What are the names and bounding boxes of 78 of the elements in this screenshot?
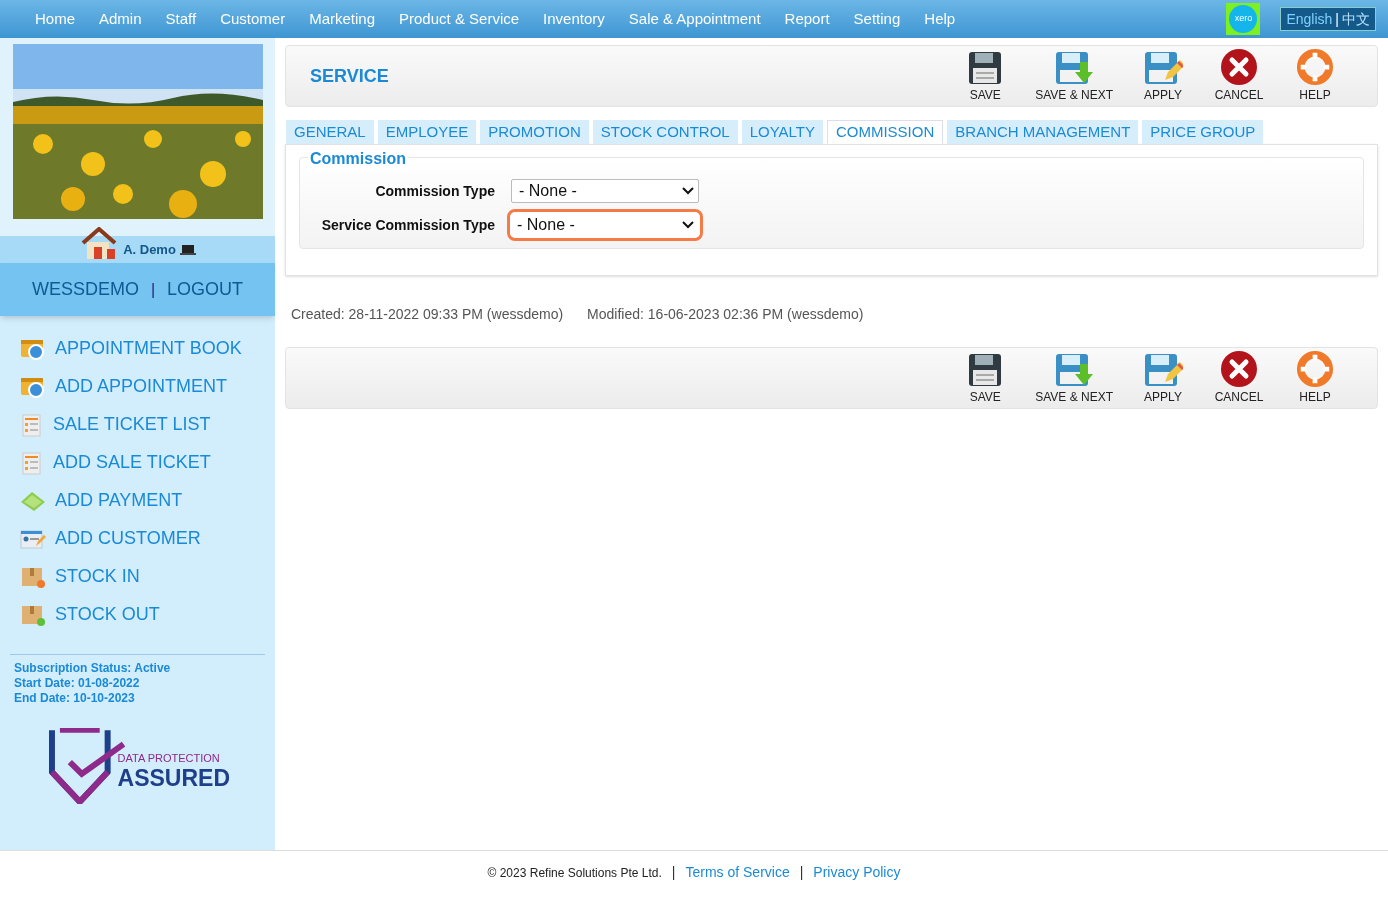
subscription-text: Start Date: 01-08-2022 bbox=[14, 676, 141, 691]
separator: | bbox=[799, 863, 804, 882]
nav-link[interactable]: Admin bbox=[87, 7, 154, 31]
floppy-disk-pencil-icon bbox=[1143, 50, 1183, 86]
tab[interactable]: PRICE GROUP bbox=[1142, 120, 1264, 144]
separator: | bbox=[150, 279, 156, 300]
tab[interactable]: LOYALTY bbox=[741, 120, 823, 144]
toolbar-button[interactable]: CANCEL bbox=[1201, 48, 1277, 104]
badge-title: ASSURED bbox=[117, 766, 230, 790]
id-card-pencil-icon bbox=[20, 527, 46, 550]
floppy-disk-pencil-icon bbox=[1143, 352, 1183, 388]
copyright-text: © 2023 Refine Solutions Pte Ltd. bbox=[487, 864, 662, 882]
lifebuoy-icon bbox=[1295, 350, 1335, 388]
sidebar-menu-item[interactable]: ADD APPOINTMENT bbox=[20, 373, 275, 400]
subscription-text: Subscription Status: Active bbox=[14, 661, 172, 676]
nav-link[interactable]: Report bbox=[772, 7, 842, 31]
tab[interactable]: STOCK CONTROL bbox=[592, 120, 738, 144]
sidebar-menu-item[interactable]: ADD SALE TICKET bbox=[20, 449, 275, 476]
field-label: Service Commission Type bbox=[320, 215, 495, 235]
subscription-text: End Date: 10-10-2023 bbox=[14, 691, 136, 706]
toolbar-button[interactable]: CANCEL bbox=[1201, 350, 1277, 406]
badge-caption: DATA PROTECTION bbox=[117, 750, 221, 766]
sidebar-menu-item[interactable]: STOCK OUT bbox=[20, 601, 275, 628]
tab[interactable]: BRANCH MANAGEMENT bbox=[947, 120, 1139, 144]
close-circle-icon bbox=[1220, 48, 1258, 86]
nav-link[interactable]: Marketing bbox=[297, 7, 388, 31]
user-name: A. Demo bbox=[123, 240, 176, 259]
sidebar-menu-item[interactable]: ADD CUSTOMER bbox=[20, 525, 275, 552]
nav-link[interactable]: Help bbox=[912, 7, 968, 31]
toolbar-button[interactable]: HELP bbox=[1277, 48, 1353, 104]
xero-logo[interactable]: xero bbox=[1226, 3, 1261, 35]
language-link[interactable]: English bbox=[1286, 8, 1333, 30]
floppy-disk-down-arrow-icon bbox=[1054, 352, 1095, 388]
modified-text: Modified: 16-06-2023 02:36 PM (wessdemo) bbox=[587, 305, 864, 324]
floppy-disk-down-arrow-icon bbox=[1054, 50, 1095, 86]
nav-link[interactable]: Home bbox=[23, 7, 87, 31]
toolbar-button[interactable]: APPLY bbox=[1125, 48, 1201, 104]
nav-link[interactable]: Inventory bbox=[531, 7, 617, 31]
language-link[interactable]: 中文 bbox=[1342, 8, 1370, 30]
laptop-icon bbox=[179, 243, 196, 256]
calendar-clock-icon bbox=[20, 337, 46, 360]
created-text: Created: 28-11-2022 09:33 PM (wessdemo) bbox=[291, 305, 564, 324]
logout-link[interactable]: LOGOUT bbox=[167, 276, 244, 303]
nav-link[interactable]: Sale & Appointment bbox=[616, 7, 773, 31]
tab[interactable]: GENERAL bbox=[286, 120, 374, 144]
footer-link[interactable]: Terms of Service bbox=[685, 862, 790, 883]
nav-link[interactable]: Staff bbox=[153, 7, 209, 31]
toolbar-button[interactable]: SAVE bbox=[947, 350, 1024, 406]
chevron-down-icon bbox=[682, 187, 694, 195]
receipt-icon bbox=[20, 450, 44, 475]
tab[interactable]: PROMOTION bbox=[480, 120, 589, 144]
toolbar-button[interactable]: SAVE & NEXT bbox=[1023, 48, 1125, 104]
page-title: SERVICE bbox=[310, 64, 389, 88]
lifebuoy-icon bbox=[1295, 48, 1335, 86]
nav-link[interactable]: Product & Service bbox=[387, 7, 532, 31]
sidebar-menu-item[interactable]: SALE TICKET LIST bbox=[20, 411, 275, 438]
sidebar-menu-item[interactable]: ADD PAYMENT bbox=[20, 487, 275, 514]
toolbar-button[interactable]: APPLY bbox=[1125, 350, 1201, 406]
separator: | bbox=[671, 863, 676, 882]
sidebar-menu-item[interactable]: STOCK IN bbox=[20, 563, 275, 590]
tab[interactable]: EMPLOYEE bbox=[377, 120, 477, 144]
close-circle-icon bbox=[1220, 350, 1258, 388]
sidebar-menu-item[interactable]: APPOINTMENT BOOK bbox=[20, 335, 275, 362]
nav-link[interactable]: Setting bbox=[841, 7, 913, 31]
account-link[interactable]: WESSDEMO bbox=[31, 276, 139, 303]
toolbar-button[interactable]: SAVE & NEXT bbox=[1023, 350, 1125, 406]
footer-link[interactable]: Privacy Policy bbox=[813, 862, 901, 883]
nav-link[interactable]: Customer bbox=[208, 7, 298, 31]
calendar-clock-icon bbox=[20, 375, 46, 398]
chevron-down-icon bbox=[682, 221, 694, 229]
separator: | bbox=[1335, 9, 1339, 29]
receipt-icon bbox=[20, 412, 44, 437]
toolbar-button[interactable]: SAVE bbox=[947, 48, 1024, 104]
field-label: Commission Type bbox=[374, 181, 495, 201]
select-field[interactable]: - None - bbox=[507, 209, 703, 241]
toolbar-button[interactable]: HELP bbox=[1277, 350, 1353, 406]
select-field[interactable]: - None - bbox=[511, 179, 699, 203]
tab[interactable]: COMMISSION bbox=[826, 120, 944, 144]
